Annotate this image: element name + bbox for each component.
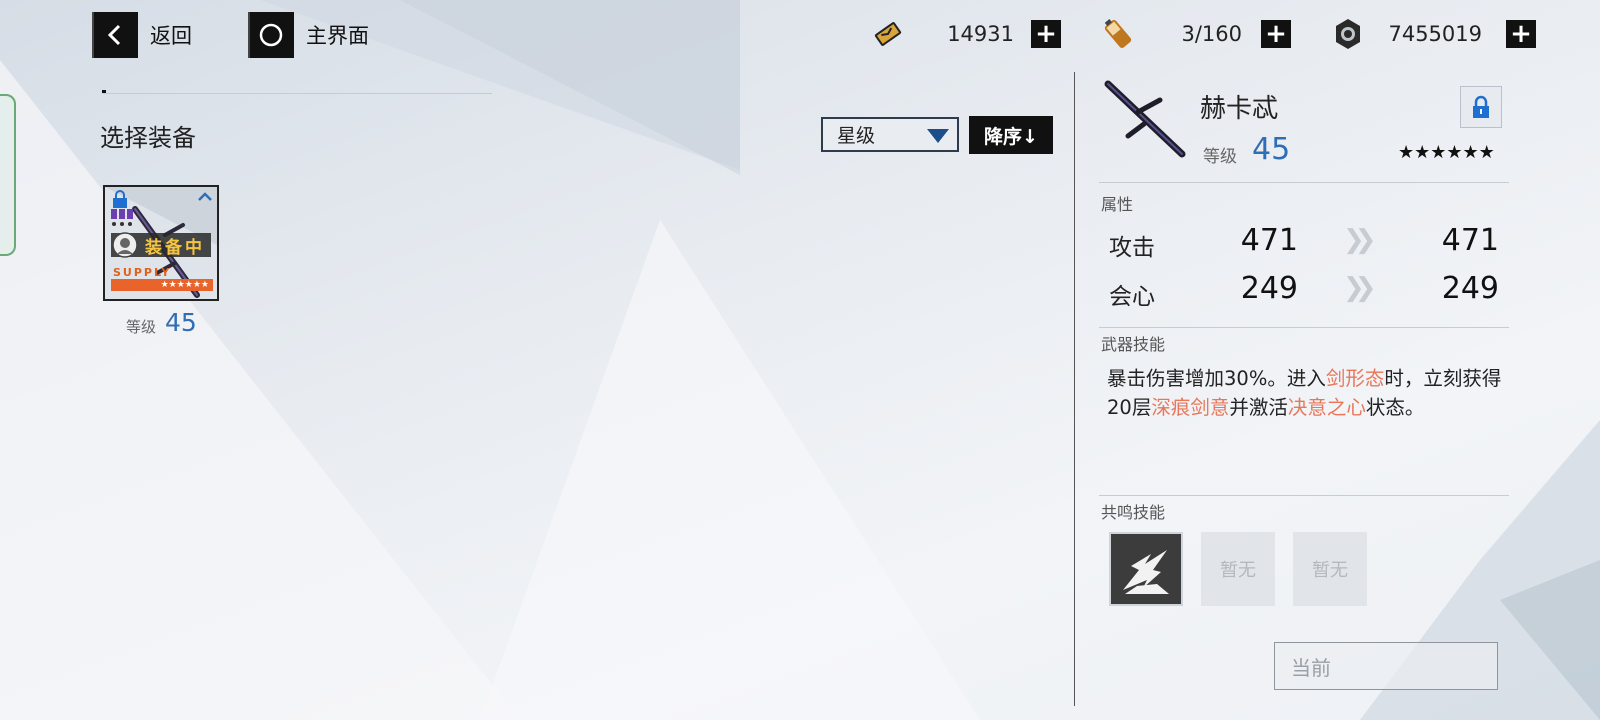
home-label: 主界面 (306, 24, 369, 48)
sort-dropdown[interactable]: 星级 (821, 117, 959, 152)
currency-gold: 14931 + (870, 14, 1061, 54)
highlight-sword-form: 剑形态 (1325, 367, 1385, 390)
burst-skill-icon (1123, 550, 1169, 594)
add-energy-button[interactable]: + (1261, 20, 1291, 48)
chevron-left-icon (92, 12, 138, 58)
triangle-down-icon (927, 129, 949, 143)
weapon-skill-description: 暴击伤害增加30%。进入剑形态时，立刻获得20层深痕剑意并激活决意之心状态。 (1107, 367, 1502, 419)
add-gold-button[interactable]: + (1031, 20, 1061, 48)
left-divider (102, 93, 492, 94)
card-level-label: 等级 (126, 318, 157, 336)
detail-level-label: 等级 (1203, 147, 1237, 167)
add-gear-button[interactable]: + (1506, 20, 1536, 48)
back-label: 返回 (150, 24, 192, 48)
gear-coin-icon (1336, 19, 1360, 49)
supply-brand: SUPPLY (113, 266, 172, 279)
detail-level-value: 45 (1252, 132, 1291, 167)
stat-crit-current: 249 (1240, 271, 1298, 306)
divider-2 (1099, 327, 1509, 328)
sort-order-button[interactable]: 降序↓ (969, 116, 1053, 154)
panel-divider (1074, 72, 1075, 706)
gold-ticket-icon (874, 22, 902, 46)
character-avatar-icon (112, 232, 138, 258)
equipment-card[interactable]: 装备中 SUPPLY ★★★★★★ (103, 185, 219, 301)
rank-badge-icon (111, 209, 133, 226)
stat-attack-current: 471 (1240, 223, 1298, 258)
divider-1 (1099, 182, 1509, 183)
chevron-up-icon (198, 192, 212, 201)
weapon-name: 赫卡忒 (1200, 94, 1279, 124)
stat-attack-next: 471 (1441, 223, 1499, 258)
resonance-slot-1[interactable] (1109, 532, 1183, 606)
stat-crit-next: 249 (1441, 271, 1499, 306)
select-equipment-title: 选择装备 (100, 124, 196, 152)
lock-toggle-button[interactable] (1460, 86, 1502, 128)
weapon-skill-label: 武器技能 (1101, 335, 1166, 354)
card-star-bar: ★★★★★★ (111, 279, 213, 291)
double-chevron-icon: ❯❯ (1343, 225, 1376, 255)
lock-icon (1473, 95, 1489, 118)
currency-gear: 7455019 + (1330, 14, 1536, 54)
energy-value: 3/160 (1181, 22, 1242, 46)
left-edge-tab[interactable] (0, 94, 16, 256)
resonance-slot-2[interactable]: 暂无 (1201, 532, 1275, 606)
weapon-portrait-icon (1104, 80, 1186, 158)
home-button[interactable]: 主界面 (248, 12, 369, 58)
currency-energy: 3/160 + (1100, 14, 1291, 54)
highlight-resolve-heart: 决意之心 (1287, 396, 1366, 419)
gear-value: 7455019 (1388, 22, 1482, 46)
circle-home-icon (248, 12, 294, 58)
highlight-deep-scar: 深痕剑意 (1151, 396, 1230, 419)
double-chevron-icon: ❯❯ (1343, 273, 1376, 303)
resonance-skill-label: 共鸣技能 (1101, 503, 1166, 522)
stat-attack-name: 攻击 (1109, 235, 1155, 261)
star-rating: ★★★★★★ (1398, 142, 1495, 163)
lock-icon (113, 190, 127, 208)
stat-crit-name: 会心 (1109, 284, 1155, 310)
gold-value: 14931 (947, 22, 1014, 46)
current-button[interactable]: 当前 (1274, 642, 1498, 690)
sort-dropdown-value: 星级 (837, 125, 876, 147)
background-decoration (0, 0, 1600, 720)
divider-3 (1099, 495, 1509, 496)
card-level-value: 45 (165, 308, 197, 337)
battery-icon (1104, 19, 1132, 48)
resonance-slot-3[interactable]: 暂无 (1293, 532, 1367, 606)
attributes-label: 属性 (1101, 195, 1134, 214)
back-button[interactable]: 返回 (92, 12, 192, 58)
